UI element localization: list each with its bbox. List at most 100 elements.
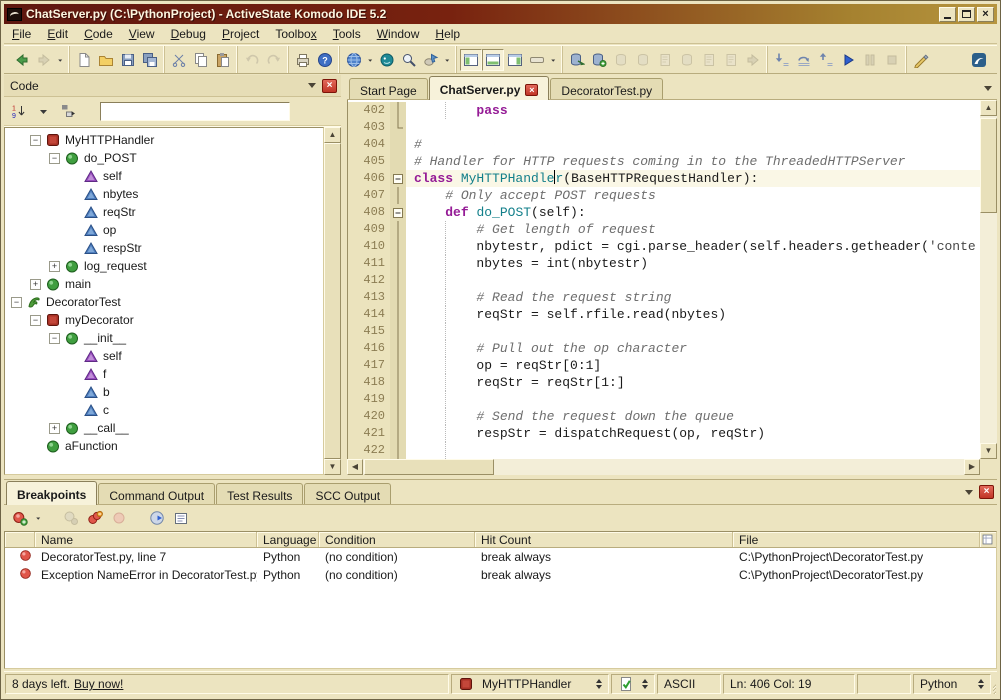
- line-number[interactable]: 417: [348, 357, 390, 374]
- line-number[interactable]: 405: [348, 153, 390, 170]
- code-line-420[interactable]: 420 # Send the request down the queue: [348, 408, 980, 425]
- editor-vscrollbar[interactable]: ▲ ▼: [980, 100, 997, 459]
- macro-record-button[interactable]: [420, 49, 442, 71]
- paste-button[interactable]: [212, 49, 234, 71]
- sort-order-dropdown[interactable]: [34, 101, 54, 121]
- debug-break-all-button[interactable]: [676, 49, 698, 71]
- minibuffer-dropdown[interactable]: [548, 49, 559, 71]
- tree-item-c[interactable]: −c: [5, 401, 323, 419]
- code-line-409[interactable]: 409 # Get length of request: [348, 221, 980, 238]
- toggle-right-pane-button[interactable]: [504, 49, 526, 71]
- syntax-check-spinner[interactable]: [642, 676, 648, 692]
- menu-help[interactable]: Help: [427, 25, 468, 43]
- tree-item-__call__[interactable]: +__call__: [5, 419, 323, 437]
- code-browser-tree[interactable]: −MyHTTPHandler−do_POST−self−nbytes−reqSt…: [4, 127, 324, 475]
- editor-tab-start-page[interactable]: Start Page: [349, 78, 428, 99]
- back-button[interactable]: [11, 49, 33, 71]
- tree-scroll-down[interactable]: ▼: [324, 459, 341, 475]
- bottom-tab-scc-output[interactable]: SCC Output: [304, 483, 391, 504]
- tab-list-dropdown[interactable]: [980, 81, 995, 95]
- code-line-419[interactable]: 419: [348, 391, 980, 408]
- bottom-tab-command-output[interactable]: Command Output: [98, 483, 215, 504]
- preview-dropdown[interactable]: [365, 49, 376, 71]
- code-line-405[interactable]: 405# Handler for HTTP requests coming in…: [348, 153, 980, 170]
- line-number[interactable]: 410: [348, 238, 390, 255]
- code-line-402[interactable]: 402 pass: [348, 102, 980, 119]
- debug-detach-button[interactable]: [610, 49, 632, 71]
- tree-item-b[interactable]: −b: [5, 383, 323, 401]
- collapse-icon[interactable]: −: [49, 333, 60, 344]
- editor-scroll-thumb[interactable]: [980, 118, 997, 213]
- editor-tab-chatserver-py[interactable]: ChatServer.py×: [429, 76, 550, 100]
- column-condition[interactable]: Condition: [319, 532, 475, 547]
- toggle-bottom-pane-button[interactable]: [482, 49, 504, 71]
- code-line-422[interactable]: 422: [348, 442, 980, 459]
- symbol-spinner[interactable]: [596, 676, 602, 692]
- column-file[interactable]: File: [733, 532, 980, 547]
- tree-item-respStr[interactable]: −respStr: [5, 239, 323, 257]
- code-line-404[interactable]: 404#: [348, 136, 980, 153]
- tree-item-__init__[interactable]: −__init__: [5, 329, 323, 347]
- line-number[interactable]: 404: [348, 136, 390, 153]
- go-continue-button[interactable]: [837, 49, 859, 71]
- code-browser-filter-input[interactable]: [100, 102, 290, 121]
- menu-tools[interactable]: Tools: [325, 25, 369, 43]
- debug-run-to-cursor-button[interactable]: [742, 49, 764, 71]
- bottom-tab-breakpoints[interactable]: Breakpoints: [6, 481, 97, 505]
- expand-icon[interactable]: +: [49, 261, 60, 272]
- tree-item-self[interactable]: −self: [5, 167, 323, 185]
- fold-collapse-icon[interactable]: [390, 170, 406, 187]
- language-indicator[interactable]: Python: [913, 674, 991, 694]
- line-number[interactable]: 421: [348, 425, 390, 442]
- pause-button[interactable]: [859, 49, 881, 71]
- code-line-406[interactable]: 406class MyHTTPHandler(BaseHTTPRequestHa…: [348, 170, 980, 187]
- line-number[interactable]: 413: [348, 289, 390, 306]
- menu-debug[interactable]: Debug: [163, 25, 214, 43]
- new-file-button[interactable]: [73, 49, 95, 71]
- line-number[interactable]: 415: [348, 323, 390, 340]
- code-line-413[interactable]: 413 # Read the request string: [348, 289, 980, 306]
- code-line-403[interactable]: 403: [348, 119, 980, 136]
- title-bar[interactable]: ChatServer.py (C:\PythonProject) - Activ…: [4, 4, 997, 24]
- line-number[interactable]: 409: [348, 221, 390, 238]
- help-button[interactable]: ?: [314, 49, 336, 71]
- delete-all-breakpoints-button[interactable]: [108, 507, 130, 529]
- bottom-tab-test-results[interactable]: Test Results: [216, 483, 303, 504]
- toolbox-wand-button[interactable]: [910, 49, 932, 71]
- line-number[interactable]: 406: [348, 170, 390, 187]
- new-breakpoint-dropdown[interactable]: [33, 507, 44, 529]
- syntax-check-indicator[interactable]: [611, 674, 655, 694]
- breakpoint-row[interactable]: Exception NameError in DecoratorTest.pyP…: [5, 566, 996, 584]
- breakpoint-properties-button[interactable]: [170, 507, 192, 529]
- line-number[interactable]: 408: [348, 204, 390, 221]
- resize-grip[interactable]: [993, 681, 996, 694]
- debug-stop-session-button[interactable]: [632, 49, 654, 71]
- menu-toolbox[interactable]: Toolbox: [267, 25, 324, 43]
- encoding-indicator[interactable]: ASCII: [657, 674, 721, 694]
- redo-button[interactable]: [263, 49, 285, 71]
- code-line-411[interactable]: 411 nbytes = int(nbytestr): [348, 255, 980, 272]
- expand-icon[interactable]: +: [49, 423, 60, 434]
- expand-icon[interactable]: +: [30, 279, 41, 290]
- current-symbol-indicator[interactable]: MyHTTPHandler: [451, 674, 609, 694]
- tree-item-nbytes[interactable]: −nbytes: [5, 185, 323, 203]
- line-number[interactable]: 411: [348, 255, 390, 272]
- breakpoint-row[interactable]: DecoratorTest.py, line 7Python(no condit…: [5, 548, 996, 566]
- forward-button[interactable]: [33, 49, 55, 71]
- line-number[interactable]: 416: [348, 340, 390, 357]
- delete-breakpoint-button[interactable]: [84, 507, 106, 529]
- collapse-icon[interactable]: −: [30, 315, 41, 326]
- column-name[interactable]: Name: [35, 532, 257, 547]
- tree-item-f[interactable]: −f: [5, 365, 323, 383]
- debug-attach-button[interactable]: [588, 49, 610, 71]
- step-out-button[interactable]: [815, 49, 837, 71]
- line-number[interactable]: 418: [348, 374, 390, 391]
- code-editor[interactable]: 402 pass403404#405# Handler for HTTP req…: [347, 100, 980, 459]
- code-line-414[interactable]: 414 reqStr = self.rfile.read(nbytes): [348, 306, 980, 323]
- bottom-panel-menu-button[interactable]: [961, 485, 976, 499]
- debug-show-position-button[interactable]: [698, 49, 720, 71]
- code-line-421[interactable]: 421 respStr = dispatchRequest(op, reqStr…: [348, 425, 980, 442]
- debug-go-new-session-button[interactable]: [566, 49, 588, 71]
- column-hit-count[interactable]: Hit Count: [475, 532, 733, 547]
- stop-button[interactable]: [881, 49, 903, 71]
